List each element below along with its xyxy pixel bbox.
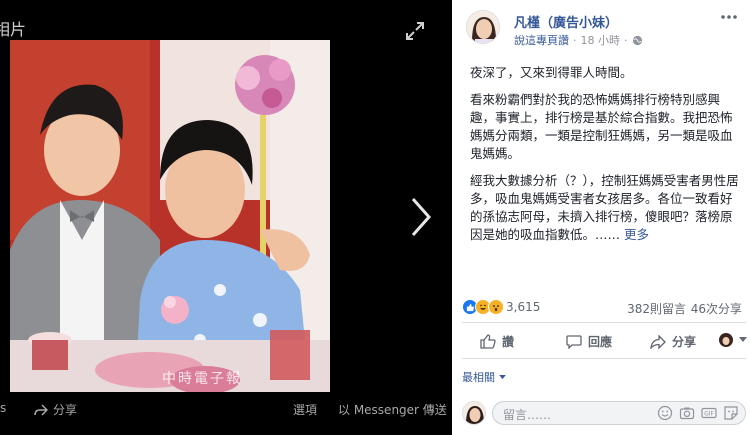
reaction-icons[interactable] (462, 299, 504, 315)
comment-button[interactable]: 回應 (566, 333, 612, 350)
send-messenger-label: 以 Messenger 傳送 (338, 403, 447, 417)
post-paragraph-3: 經我大數據分析（？），控制狂媽媽受害者男性居多，吸血鬼媽媽受害者女孩居多。各位一… (470, 172, 744, 244)
photo-share-label: 分享 (53, 403, 78, 417)
commenter-avatar (462, 401, 486, 425)
comment-composer: 留言…… GIF (460, 398, 746, 428)
emoji-icon[interactable] (657, 405, 673, 421)
wow-reaction-icon (488, 299, 504, 315)
post-as-selector[interactable] (719, 333, 747, 347)
photo-action-bar: s 分享 選項 以 Messenger 傳送 (0, 397, 450, 421)
share-arrow-icon (34, 403, 48, 416)
see-more-link[interactable]: 更多 (624, 227, 649, 242)
comment-placeholder: 留言…… (503, 408, 552, 422)
post-paragraph-3-text: 經我大數據分析（？），控制狂媽媽受害者男性居多，吸血鬼媽媽受害者女孩居多。各位一… (470, 173, 739, 242)
comment-input[interactable]: 留言…… GIF (492, 401, 746, 425)
comment-bubble-icon (566, 335, 582, 349)
share-label: 分享 (672, 335, 697, 349)
viewer-title: 相片 (0, 20, 27, 39)
photo-options-label: 選項 (293, 403, 318, 417)
divider (462, 322, 746, 323)
caret-down-icon (739, 337, 747, 342)
photo-share-button[interactable]: 分享 (34, 401, 77, 418)
author-avatar[interactable] (466, 10, 500, 44)
post-paragraph-2: 看來粉霸們對於我的恐怖媽媽排行榜特別感興趣，事實上，排行榜是基於綜合指數。我把恐… (470, 92, 733, 161)
comment-sort-label: 最相關 (462, 371, 495, 384)
more-options-icon[interactable] (719, 10, 739, 24)
post-paragraph-1: 夜深了，又來到得罪人時間。 (470, 65, 633, 80)
meta-separator: · (573, 33, 577, 47)
page-avatar-icon (719, 333, 733, 347)
globe-icon (632, 35, 642, 45)
photo-options-button[interactable]: 選項 (293, 401, 317, 418)
comment-input-tools: GIF (657, 405, 739, 421)
comment-count[interactable]: 382則留言 (627, 300, 686, 317)
post-time[interactable]: 18 小時 (581, 32, 621, 48)
comment-sort-dropdown[interactable]: 最相關 (462, 369, 506, 385)
post-action-bar: 讚 回應 分享 (462, 328, 747, 356)
comment-label: 回應 (588, 335, 613, 349)
next-photo-chevron-icon[interactable] (408, 195, 434, 239)
gif-icon[interactable]: GIF (701, 405, 717, 421)
share-count[interactable]: 46次分享 (691, 300, 742, 317)
post-header: 凡槿（廣告小妹） 說這專頁讚 · 18 小時 · (460, 8, 745, 50)
svg-text:GIF: GIF (704, 411, 714, 418)
share-button[interactable]: 分享 (650, 333, 696, 350)
post-meta: 說這專頁讚 · 18 小時 · (514, 32, 643, 48)
post-panel: 凡槿（廣告小妹） 說這專頁讚 · 18 小時 · 夜深了，又來到得罪人時間。 看… (452, 0, 750, 435)
like-label: 讚 (502, 335, 515, 349)
meta-separator-2: · (624, 33, 628, 47)
like-button[interactable]: 讚 (480, 333, 514, 350)
sticker-icon[interactable] (723, 405, 739, 421)
send-messenger-button[interactable]: 以 Messenger 傳送 (338, 401, 447, 418)
reaction-summary: 3,615 382則留言 46次分享 (462, 299, 746, 317)
post-body: 夜深了，又來到得罪人時間。 看來粉霸們對於我的恐怖媽媽排行榜特別感興趣，事實上，… (470, 64, 744, 253)
share-arrow-icon (650, 334, 666, 349)
reaction-count[interactable]: 3,615 (506, 300, 540, 314)
camera-icon[interactable] (679, 405, 695, 421)
thumbs-up-icon (480, 334, 496, 349)
partial-action-label: s (0, 401, 7, 415)
expand-icon[interactable] (404, 20, 426, 42)
photo-viewer: 相片 中時電子報 s 分享 選項 以 Messenger 傳送 (0, 0, 450, 435)
photo-watermark: 中時電子報 (162, 371, 242, 387)
caret-down-icon (499, 374, 506, 379)
author-name[interactable]: 凡槿（廣告小妹） (514, 12, 618, 31)
like-page-link[interactable]: 說這專頁讚 (514, 32, 569, 48)
divider (462, 358, 746, 359)
post-photo[interactable]: 中時電子報 (10, 40, 330, 392)
